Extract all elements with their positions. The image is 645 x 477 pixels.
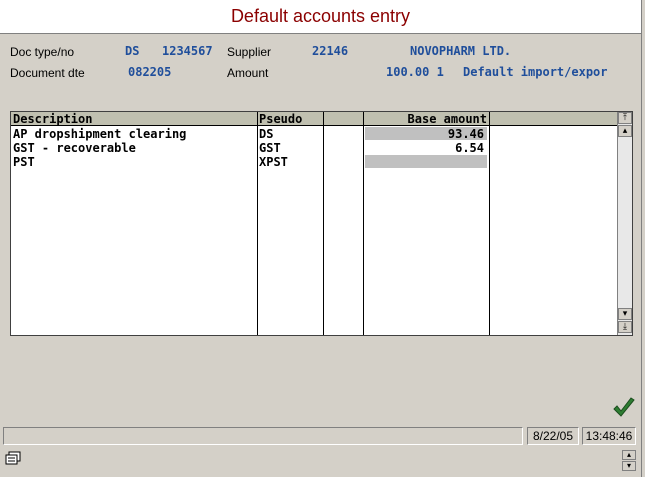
doc-date-label: Document dte [10, 66, 85, 80]
column-header-blank-2 [489, 112, 617, 126]
accounts-table: Description Pseudo Base amount AP dropsh… [10, 111, 633, 336]
column-divider [489, 112, 490, 335]
row-base-amount-field[interactable] [365, 155, 487, 168]
column-header-pseudo: Pseudo [257, 112, 323, 126]
table-scrollbar[interactable]: ⤒ ▴ ▾ ⤓ [617, 112, 632, 335]
row-pseudo[interactable]: GST [259, 141, 281, 155]
column-divider [257, 112, 258, 335]
column-divider [363, 112, 364, 335]
row-pseudo[interactable]: XPST [259, 155, 288, 169]
row-description[interactable]: AP dropshipment clearing [13, 127, 186, 141]
amount-value[interactable]: 100.00 1 [386, 65, 444, 79]
window-title: Default accounts entry [230, 6, 411, 26]
row-description[interactable]: GST - recoverable [13, 141, 136, 155]
spin-up-icon[interactable]: ▴ [622, 450, 636, 460]
amount-label: Amount [227, 66, 269, 80]
supplier-label: Supplier [227, 45, 272, 59]
checkmark-icon[interactable] [612, 396, 636, 420]
supplier-name-value: NOVOPHARM LTD. [410, 44, 512, 58]
column-header-description: Description [11, 112, 257, 126]
doc-type-value[interactable]: DS [125, 44, 139, 58]
scroll-down-icon[interactable]: ▾ [618, 308, 632, 320]
spin-down-icon[interactable]: ▾ [622, 461, 636, 471]
amount-description: Default import/expor [463, 65, 608, 79]
column-divider [323, 112, 324, 335]
scroll-to-top-icon[interactable]: ⤒ [618, 112, 632, 124]
row-pseudo[interactable]: DS [259, 127, 273, 141]
row-base-amount-field[interactable]: 93.46 [365, 127, 487, 141]
row-description[interactable]: PST [13, 155, 35, 169]
status-message-area [3, 427, 523, 445]
scroll-to-bottom-icon[interactable]: ⤓ [618, 321, 632, 333]
row-base-amount-field[interactable]: 6.54 [365, 141, 487, 155]
column-header-blank [323, 112, 363, 126]
supplier-code-value[interactable]: 22146 [312, 44, 348, 58]
status-time: 13:48:46 [582, 427, 636, 445]
column-header-base-amount: Base amount [363, 112, 489, 126]
status-bar: 8/22/05 13:48:46 [3, 425, 638, 447]
doc-date-value[interactable]: 082205 [128, 65, 171, 79]
doc-type-label: Doc type/no [10, 45, 75, 59]
window-right-edge [641, 0, 645, 477]
scroll-up-icon[interactable]: ▴ [618, 125, 632, 137]
status-date: 8/22/05 [527, 427, 579, 445]
window-switch-icon[interactable] [4, 451, 22, 467]
doc-number-value[interactable]: 1234567 [162, 44, 213, 58]
